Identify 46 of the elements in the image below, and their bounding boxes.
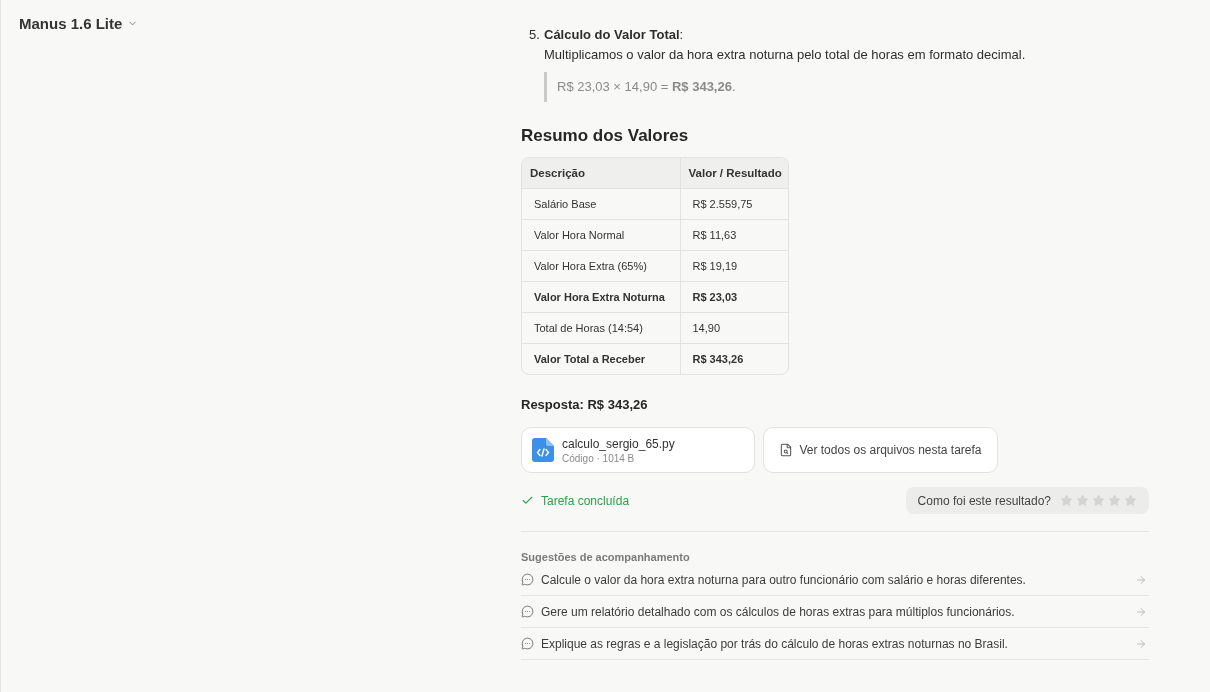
file-search-icon bbox=[779, 443, 794, 457]
code-file-icon bbox=[532, 438, 554, 462]
formula-text: R$ 23,03 × 14,90 = R$ 343,26. bbox=[557, 78, 736, 96]
table-cell: R$ 19,19 bbox=[680, 250, 788, 281]
suggestion-item[interactable]: Gere um relatório detalhado com os cálculos de horas extras para múltiplos funcionários. bbox=[521, 596, 1149, 628]
star-icon[interactable] bbox=[1092, 494, 1105, 507]
table-cell: 14,90 bbox=[680, 312, 788, 343]
star-icon[interactable] bbox=[1108, 494, 1121, 507]
suggestion-item[interactable]: Calcule o valor da hora extra noturna para outro funcionário com salário e horas diferentes. bbox=[521, 564, 1149, 596]
arrow-right-icon bbox=[1135, 573, 1147, 586]
chat-bubble-icon bbox=[521, 573, 534, 586]
table-cell: R$ 23,03 bbox=[680, 281, 788, 312]
chat-bubble-icon bbox=[521, 637, 534, 650]
star-icon[interactable] bbox=[1124, 494, 1137, 507]
star-icon[interactable] bbox=[1076, 494, 1089, 507]
table-cell: Valor Hora Normal bbox=[522, 219, 680, 250]
list-number: 5. bbox=[529, 26, 541, 44]
star-icon[interactable] bbox=[1060, 494, 1073, 507]
step-description: Multiplicamos o valor da hora extra noturna pelo total de horas em formato decimal. bbox=[544, 46, 1026, 64]
model-selector[interactable]: Manus 1.6 Lite bbox=[19, 13, 139, 33]
table-cell: Valor Hora Extra (65%) bbox=[522, 250, 680, 281]
arrow-right-icon bbox=[1135, 637, 1147, 650]
suggestion-item[interactable]: Explique as regras e a legislação por trás do cálculo de horas extras noturnas no Brasil. bbox=[521, 628, 1149, 660]
table-cell: Valor Hora Extra Noturna bbox=[522, 281, 680, 312]
table-cell: R$ 2.559,75 bbox=[680, 188, 788, 219]
file-name: calculo_sergio_65.py bbox=[562, 436, 675, 451]
rating-prompt: Como foi este resultado? bbox=[917, 493, 1051, 508]
table-cell: Total de Horas (14:54) bbox=[522, 312, 680, 343]
table-cell: R$ 11,63 bbox=[680, 219, 788, 250]
answer-text: Resposta: R$ 343,26 bbox=[521, 396, 649, 414]
table-cell: Valor Total a Receber bbox=[522, 343, 680, 374]
file-meta: Código · 1014 B bbox=[562, 452, 636, 464]
column-header: Valor / Resultado bbox=[680, 158, 788, 188]
step-title: Cálculo do Valor Total: bbox=[544, 26, 685, 44]
chat-bubble-icon bbox=[521, 605, 534, 618]
section-heading: Resumo dos Valores bbox=[521, 125, 690, 147]
file-card[interactable]: calculo_sergio_65.py Código · 1014 B bbox=[521, 427, 755, 473]
star-rating[interactable] bbox=[1060, 494, 1137, 507]
table-cell: R$ 343,26 bbox=[680, 343, 788, 374]
suggestions-heading: Sugestões de acompanhamento bbox=[521, 550, 691, 564]
task-status: Tarefa concluída bbox=[541, 493, 630, 508]
arrow-right-icon bbox=[1135, 605, 1147, 618]
table-cell: Salário Base bbox=[522, 188, 680, 219]
check-icon bbox=[521, 494, 534, 507]
view-all-files-button[interactable]: Ver todos os arquivos nesta tarefa bbox=[763, 427, 998, 473]
column-header: Descrição bbox=[522, 158, 680, 188]
